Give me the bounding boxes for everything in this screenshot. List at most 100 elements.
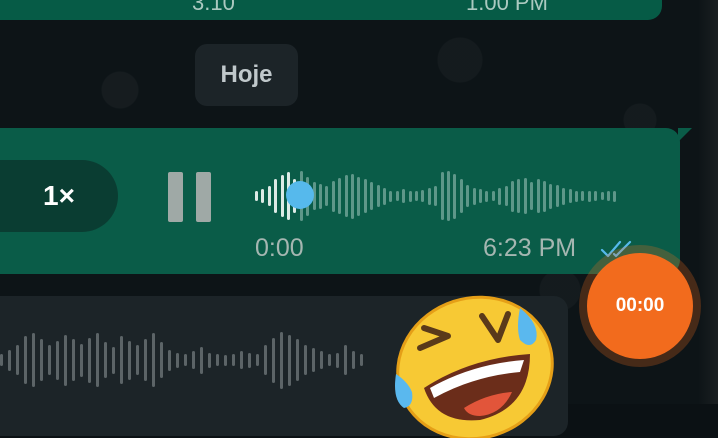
- waveform-bar: [160, 342, 163, 378]
- waveform-bar: [562, 188, 566, 205]
- waveform-bar: [192, 351, 195, 369]
- waveform-bar: [427, 188, 431, 205]
- waveform-bar: [325, 186, 329, 206]
- waveform-bar: [530, 182, 534, 210]
- waveform-bar: [363, 179, 367, 213]
- waveform-bar: [568, 189, 572, 203]
- waveform-bar: [517, 179, 521, 213]
- pause-button[interactable]: [168, 172, 214, 222]
- screen-edge: [698, 0, 718, 404]
- waveform-bar: [498, 188, 502, 205]
- waveform-bar: [274, 179, 278, 213]
- waveform-bar: [80, 344, 83, 377]
- waveform-bar: [261, 189, 265, 203]
- waveform-bar: [479, 189, 482, 203]
- waveform-bar: [184, 354, 187, 366]
- waveform-bar: [72, 339, 75, 381]
- waveform-bar: [256, 354, 259, 366]
- waveform-bar: [328, 354, 331, 366]
- waveform-bar: [587, 191, 591, 202]
- waveform-bar: [120, 336, 123, 384]
- waveform-bar: [96, 333, 99, 387]
- date-chip: Hoje: [195, 44, 298, 106]
- waveform-bar: [389, 191, 393, 202]
- recording-timer-label: 00:00: [615, 295, 665, 316]
- playback-speed-label: 1×: [43, 180, 75, 211]
- waveform-bar: [112, 347, 115, 374]
- waveform-bar: [64, 335, 67, 386]
- waveform-bar: [240, 351, 243, 369]
- date-chip-label: Hoje: [220, 61, 273, 88]
- waveform-bar: [264, 345, 267, 375]
- waveform-bar: [491, 191, 495, 201]
- waveform-bar: [319, 184, 322, 209]
- waveform-bar: [360, 354, 363, 366]
- pause-icon: [168, 172, 183, 222]
- waveform-bar: [600, 192, 604, 200]
- waveform-bar: [581, 191, 585, 201]
- waveform-bar: [128, 341, 131, 380]
- waveform-bar: [376, 185, 380, 207]
- recording-timer-button[interactable]: 00:00: [587, 253, 693, 359]
- waveform-bar: [338, 178, 342, 214]
- waveform-bar: [485, 191, 489, 202]
- pause-icon-bar: [196, 172, 211, 222]
- waveform-bar: [421, 190, 425, 202]
- message-fragment-text: 3.10: [192, 0, 235, 15]
- waveform-bar: [224, 355, 227, 366]
- waveform-bar: [459, 179, 463, 213]
- waveform-bar: [613, 191, 617, 202]
- waveform-bar: [408, 191, 412, 202]
- waveform-bar: [370, 182, 374, 210]
- waveform-bar: [395, 191, 399, 201]
- waveform-bar: [352, 351, 355, 369]
- waveform-bar: [331, 181, 335, 212]
- waveform-bar: [312, 348, 315, 372]
- playback-speed-button[interactable]: 1×: [0, 160, 118, 232]
- waveform-bar: [272, 338, 275, 383]
- waveform-bar: [255, 191, 258, 201]
- message-time: 6:23 PM: [483, 234, 577, 262]
- waveform-bar: [152, 333, 155, 387]
- waveform-bar: [320, 351, 323, 369]
- waveform-bar: [0, 354, 3, 366]
- waveform-bar: [8, 350, 11, 371]
- waveform-bar: [136, 345, 139, 375]
- waveform-bar: [280, 175, 284, 217]
- waveform-bar: [575, 191, 578, 202]
- waveform-bar: [555, 185, 559, 207]
- waveform-bar: [32, 333, 35, 387]
- waveform-bar: [336, 353, 339, 368]
- waveform-bar: [472, 188, 476, 205]
- waveform-bar: [176, 353, 179, 368]
- waveform-bar: [248, 353, 251, 368]
- waveform-bar: [48, 345, 51, 375]
- incoming-audio-waveform[interactable]: [0, 330, 380, 390]
- waveform-bar: [383, 188, 386, 205]
- waveform-bar: [543, 181, 546, 212]
- waveform-bar: [288, 335, 291, 386]
- rolling-laughing-emoji-icon: [395, 295, 554, 438]
- waveform-bar: [351, 174, 354, 219]
- previous-outgoing-message[interactable]: 3.10 1.00 PM: [0, 0, 662, 20]
- waveform-bar: [88, 338, 91, 383]
- waveform-bar: [523, 178, 527, 214]
- waveform-bar: [594, 191, 598, 201]
- waveform-bar: [267, 186, 271, 206]
- waveform-bar: [549, 184, 553, 209]
- waveform-bar: [357, 177, 361, 216]
- waveform-bar: [216, 354, 219, 366]
- waveform-bar: [440, 172, 444, 220]
- waveform-bar: [56, 341, 59, 380]
- waveform-bar: [344, 345, 347, 375]
- waveform-bar: [104, 342, 107, 378]
- waveform-bar: [168, 350, 171, 371]
- waveform-bar: [447, 171, 450, 221]
- elapsed-time: 0:00: [255, 234, 304, 262]
- waveform-bar: [415, 191, 418, 201]
- playback-scrubber[interactable]: [286, 181, 314, 209]
- waveform-bar: [40, 339, 43, 381]
- waveform-bar: [466, 185, 470, 207]
- waveform-bar: [200, 347, 203, 374]
- waveform-bar: [536, 179, 540, 213]
